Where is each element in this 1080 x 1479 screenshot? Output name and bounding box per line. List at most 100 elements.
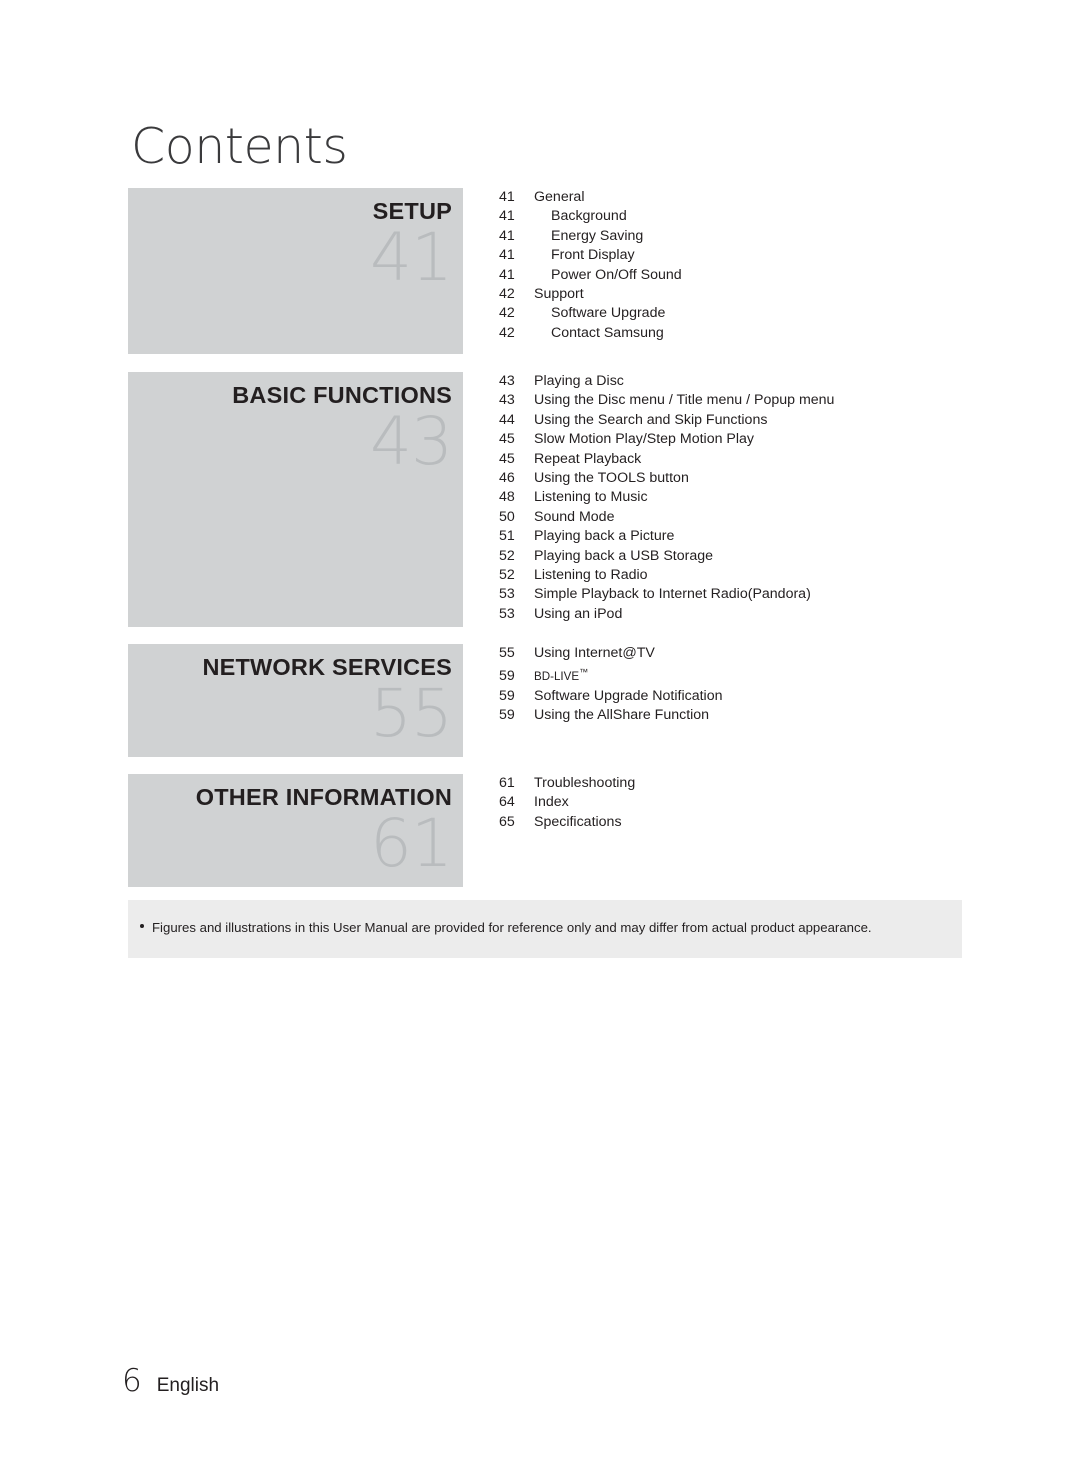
toc-entry-page: 53 xyxy=(499,605,515,622)
section-entry-list: 55 Using Internet@TV 59 BD-LIVE™ 59 Software … xyxy=(499,644,964,726)
toc-entry-page: 41 xyxy=(499,189,515,205)
toc-entry[interactable]: 61 Troubleshooting xyxy=(499,774,964,793)
note-text: Figures and illustrations in this User M… xyxy=(152,920,872,935)
toc-entry-page: 55 xyxy=(499,645,515,661)
section-page-number: 43 xyxy=(370,403,453,480)
toc-entry-label: Using the Search and Skip Functions xyxy=(534,411,768,428)
toc-entry-label: Power On/Off Sound xyxy=(551,266,682,283)
toc-entry[interactable]: 45 Slow Motion Play/Step Motion Play xyxy=(499,430,964,449)
toc-entry-label: Index xyxy=(534,794,569,811)
toc-entry[interactable]: 59 Software Upgrade Notification xyxy=(499,687,964,706)
toc-entry[interactable]: 52 Listening to Radio xyxy=(499,566,964,585)
toc-entry-page: 43 xyxy=(499,392,515,409)
note-bar: Figures and illustrations in this User M… xyxy=(128,900,962,958)
toc-entry-label: Playing back a Picture xyxy=(534,528,675,545)
footer-language: English xyxy=(156,1375,220,1396)
toc-entry-label: Using the TOOLS button xyxy=(534,470,689,487)
toc-entry[interactable]: 50 Sound Mode xyxy=(499,508,964,527)
toc-entry-page: 44 xyxy=(499,411,515,428)
section-block: BASIC FUNCTIONS 43 xyxy=(128,372,463,627)
toc-entry-label: Playing a Disc xyxy=(534,373,624,389)
toc-entry[interactable]: 42 Support xyxy=(499,285,964,304)
toc-entry-label: Software Upgrade Notification xyxy=(534,687,723,704)
toc-entry[interactable]: 41 General xyxy=(499,188,964,207)
toc-entry-page: 52 xyxy=(499,567,515,584)
toc-entry-label: Contact Samsung xyxy=(551,324,664,341)
toc-entry[interactable]: 43 Playing a Disc xyxy=(499,372,964,391)
section-page-number: 61 xyxy=(370,805,453,882)
section-page-number: 41 xyxy=(370,219,453,296)
toc-entry-page: 53 xyxy=(499,586,515,603)
toc-entry-label: Specifications xyxy=(534,813,622,830)
section-page-number: 55 xyxy=(370,675,453,752)
toc-entry-label: General xyxy=(534,189,585,205)
toc-entry-page: 59 xyxy=(499,668,515,685)
toc-entry-page: 59 xyxy=(499,707,515,724)
toc-entry-label: Slow Motion Play/Step Motion Play xyxy=(534,431,755,448)
toc-entry[interactable]: 55 Using Internet@TV xyxy=(499,644,964,663)
toc-entry-page: 41 xyxy=(499,247,515,264)
section-block: OTHER INFORMATION 61 xyxy=(128,774,463,887)
toc-entry-label: Sound Mode xyxy=(534,508,615,525)
toc-entry[interactable]: 41 Energy Saving xyxy=(499,227,964,246)
toc-entry-page: 65 xyxy=(499,813,515,830)
toc-entry-label: Using an iPod xyxy=(534,605,623,622)
toc-entry-label: Simple Playback to Internet Radio(Pandor… xyxy=(534,586,811,603)
toc-entry-label: Background xyxy=(551,208,627,225)
toc-entry-page: 41 xyxy=(499,266,515,283)
toc-entry[interactable]: 52 Playing back a USB Storage xyxy=(499,547,964,566)
toc-entry-page: 45 xyxy=(499,431,515,448)
toc-entry-page: 42 xyxy=(499,286,515,303)
toc-entry[interactable]: 65 Specifications xyxy=(499,813,964,832)
toc-entry[interactable]: 48 Listening to Music xyxy=(499,488,964,507)
page-footer: 6 English xyxy=(122,1364,219,1398)
section-block: SETUP 41 xyxy=(128,188,463,354)
toc-entry[interactable]: 51 Playing back a Picture xyxy=(499,527,964,546)
toc-entry-label: Troubleshooting xyxy=(534,775,636,791)
toc-entry[interactable]: 64 Index xyxy=(499,793,964,812)
toc-entry[interactable]: 59 BD-LIVE™ xyxy=(499,663,964,686)
note-bullet-icon xyxy=(140,924,144,928)
toc-entry[interactable]: 41 Power On/Off Sound xyxy=(499,266,964,285)
toc-entry-label: Using the Disc menu / Title menu / Popup… xyxy=(534,392,835,409)
toc-entry-page: 61 xyxy=(499,775,515,791)
toc-entry-label: Support xyxy=(534,286,584,303)
toc-entry-label: Listening to Radio xyxy=(534,567,648,584)
toc-entry[interactable]: 45 Repeat Playback xyxy=(499,450,964,469)
toc-entry-page: 52 xyxy=(499,547,515,564)
toc-entry-label: Repeat Playback xyxy=(534,450,642,467)
toc-entry-page: 41 xyxy=(499,227,515,244)
page-title: Contents xyxy=(131,118,348,175)
toc-entry-page: 46 xyxy=(499,470,515,487)
toc-entry-label: BD-LIVE™ xyxy=(534,667,589,684)
toc-entry[interactable]: 46 Using the TOOLS button xyxy=(499,469,964,488)
toc-entry-page: 64 xyxy=(499,794,515,811)
toc-entry[interactable]: 41 Background xyxy=(499,207,964,226)
section-entry-list: 43 Playing a Disc 43 Using the Disc menu / … xyxy=(499,372,964,624)
toc-entry-label: Energy Saving xyxy=(551,227,644,244)
toc-entry-page: 45 xyxy=(499,450,515,467)
section-entry-list: 41 General 41 Background 41 Energy Saving 41 Fr… xyxy=(499,188,964,343)
toc-entry[interactable]: 43 Using the Disc menu / Title menu / Pop… xyxy=(499,391,964,410)
toc-entry-label: Using the AllShare Function xyxy=(534,707,710,724)
toc-entry-label: Using Internet@TV xyxy=(534,645,655,661)
toc-entry-label: Listening to Music xyxy=(534,489,648,506)
footer-page-number: 6 xyxy=(122,1363,142,1399)
toc-entry-page: 42 xyxy=(499,324,515,341)
toc-entry[interactable]: 53 Using an iPod xyxy=(499,605,964,624)
toc-entry-page: 42 xyxy=(499,305,515,322)
toc-entry-page: 51 xyxy=(499,528,515,545)
toc-entry-label: Front Display xyxy=(551,247,635,264)
toc-entry[interactable]: 42 Contact Samsung xyxy=(499,324,964,343)
toc-entry-page: 59 xyxy=(499,687,515,704)
toc-entry-page: 41 xyxy=(499,208,515,225)
toc-entry-label: Playing back a USB Storage xyxy=(534,547,714,564)
toc-entry[interactable]: 53 Simple Playback to Internet Radio(Pand… xyxy=(499,585,964,604)
toc-entry-page: 50 xyxy=(499,508,515,525)
toc-entry[interactable]: 44 Using the Search and Skip Functions xyxy=(499,411,964,430)
toc-entry[interactable]: 42 Software Upgrade xyxy=(499,304,964,323)
section-block: NETWORK SERVICES 55 xyxy=(128,644,463,757)
toc-entry-page: 48 xyxy=(499,489,515,506)
toc-entry[interactable]: 41 Front Display xyxy=(499,246,964,265)
toc-entry[interactable]: 59 Using the AllShare Function xyxy=(499,706,964,725)
